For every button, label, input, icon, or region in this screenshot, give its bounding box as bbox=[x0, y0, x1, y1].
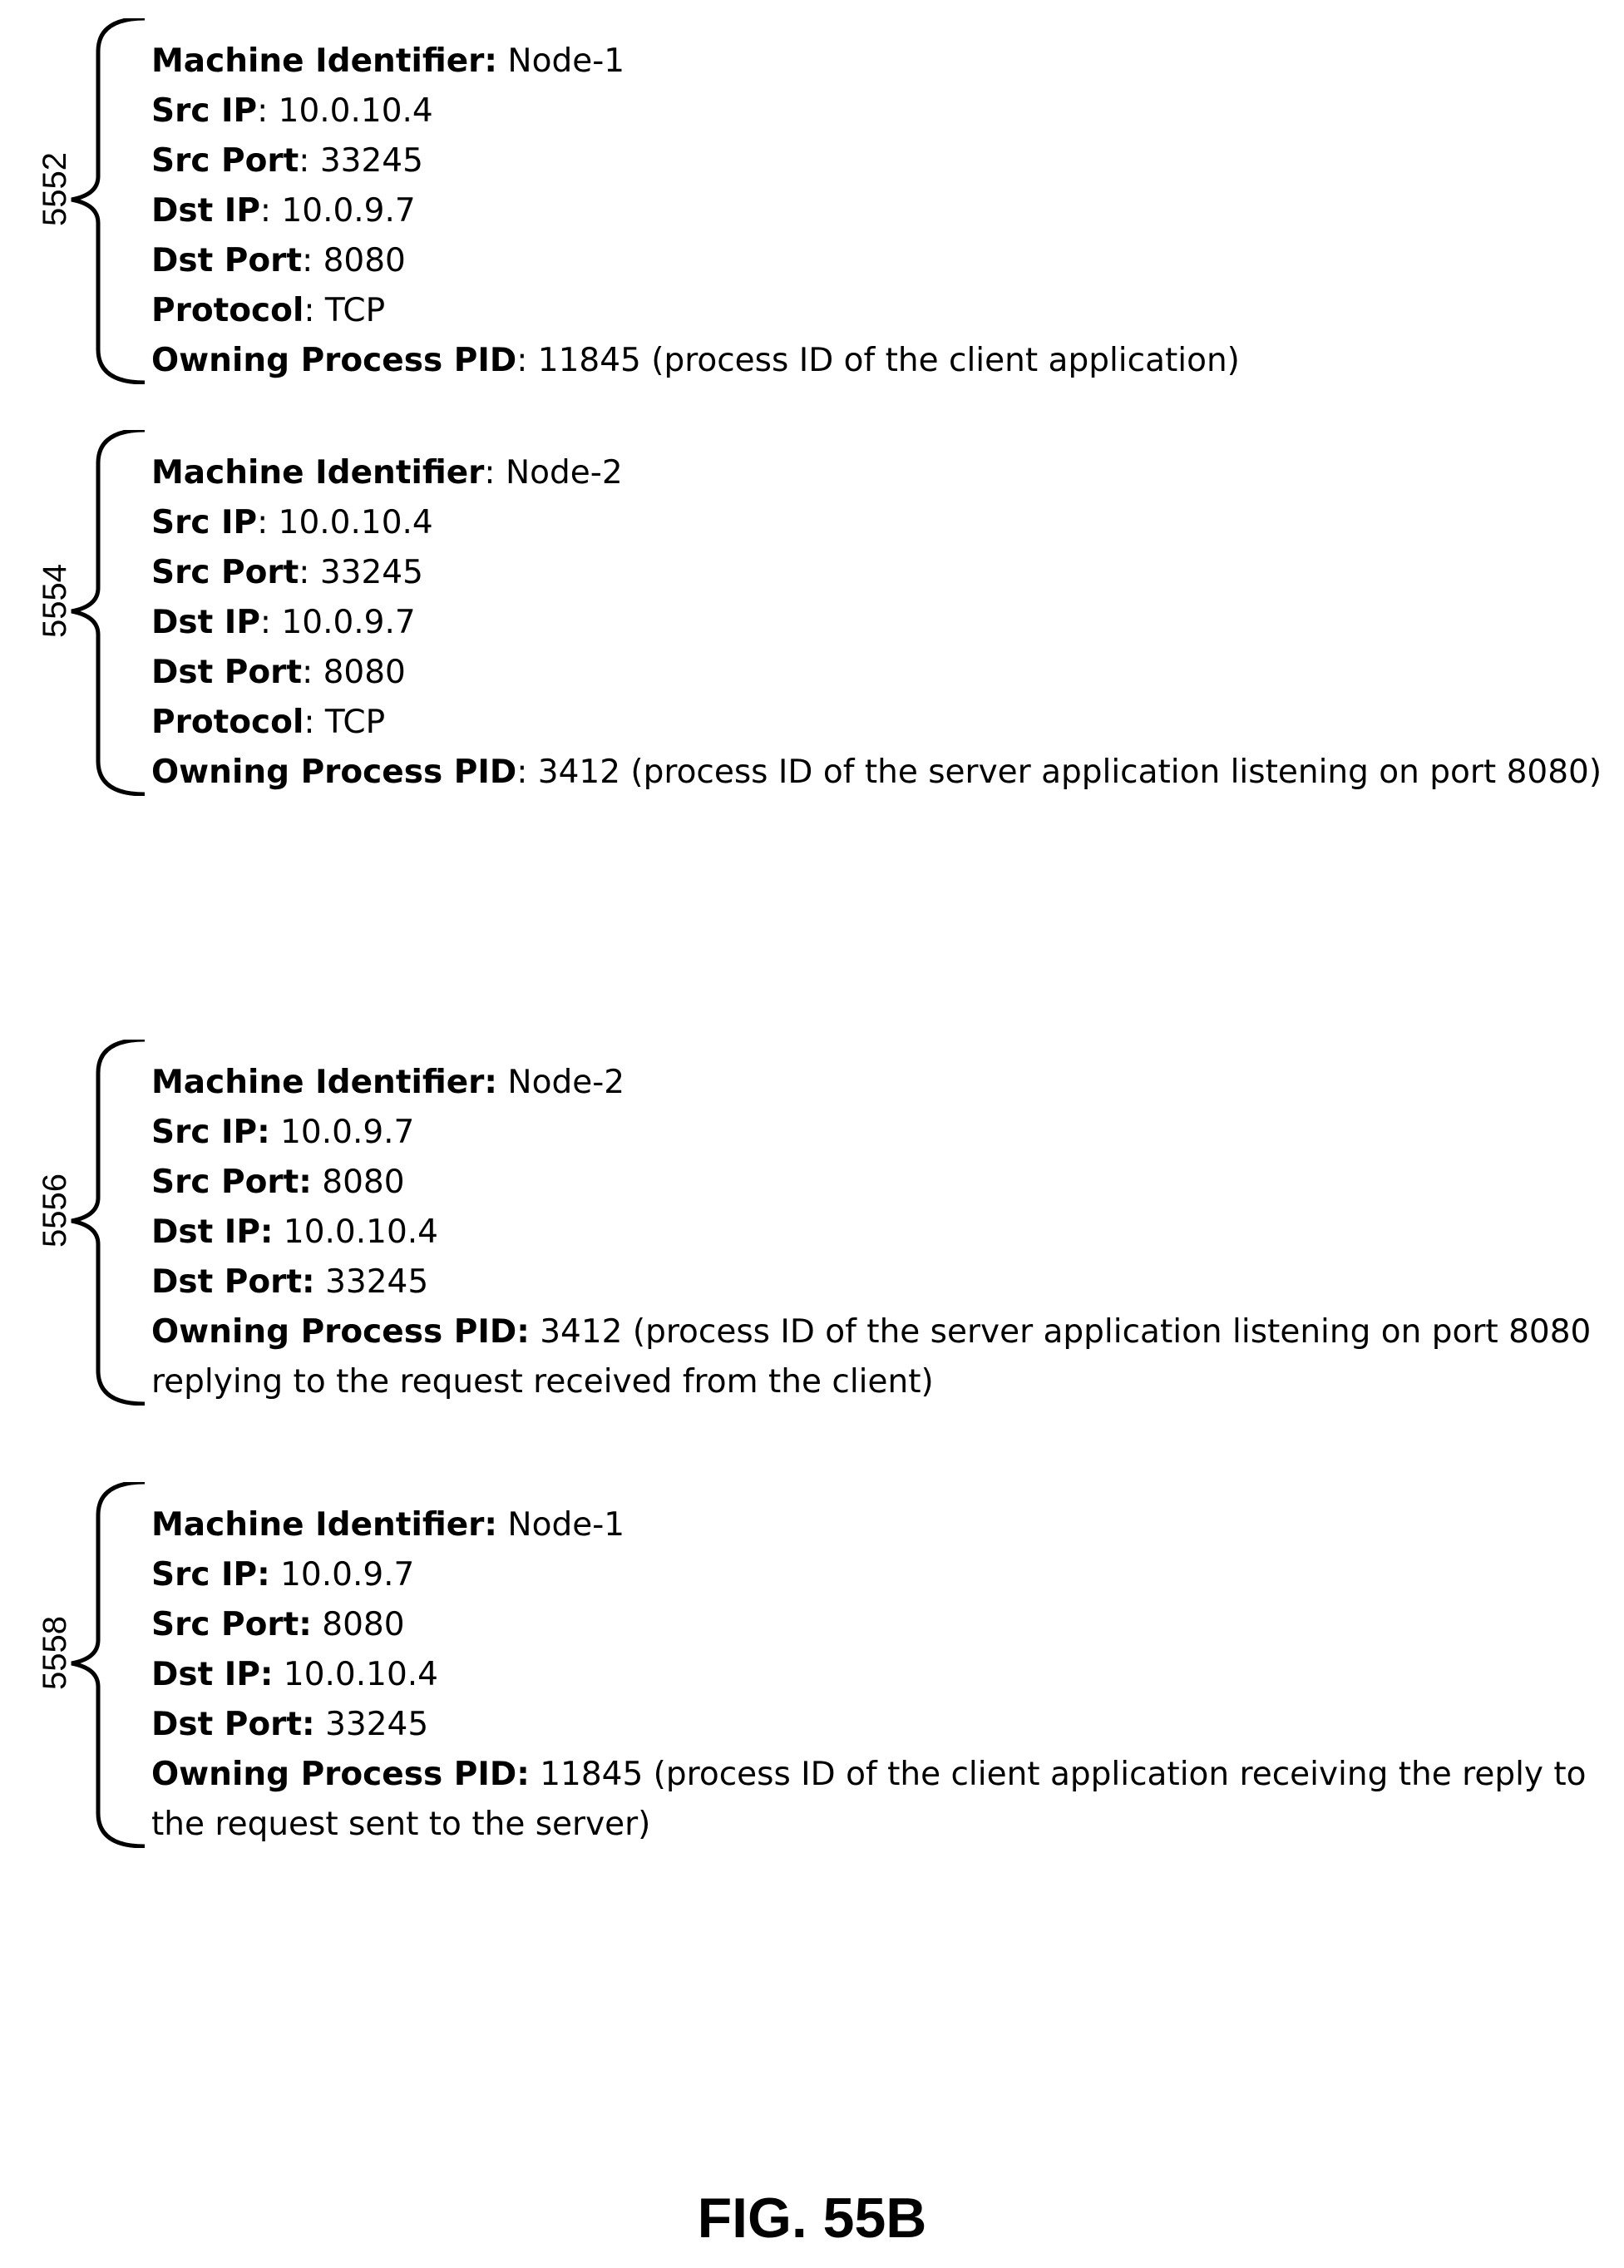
field-list: Machine Identifier: Node-2 Src IP: 10.0.… bbox=[151, 1058, 1591, 1407]
field-src-port: Src Port: 33245 bbox=[151, 548, 1602, 598]
figure-title: FIG. 55B bbox=[0, 2185, 1624, 2251]
field-owning-process-pid: Owning Process PID: 3412 (process ID of … bbox=[151, 1307, 1591, 1357]
field-owning-process-pid: Owning Process PID: 11845 (process ID of… bbox=[151, 336, 1240, 386]
field-src-port: Src Port: 33245 bbox=[151, 136, 1240, 186]
field-owning-process-pid: Owning Process PID: 3412 (process ID of … bbox=[151, 748, 1602, 798]
field-dst-port: Dst Port: 33245 bbox=[151, 1700, 1587, 1750]
field-machine-identifier: Machine Identifier: Node-1 bbox=[151, 1500, 1587, 1550]
field-owning-process-pid-continued: replying to the request received from th… bbox=[151, 1357, 1591, 1407]
field-src-ip: Src IP: 10.0.9.7 bbox=[151, 1108, 1591, 1158]
field-dst-ip: Dst IP: 10.0.9.7 bbox=[151, 598, 1602, 648]
field-machine-identifier: Machine Identifier: Node-1 bbox=[151, 37, 1240, 86]
field-owning-process-pid: Owning Process PID: 11845 (process ID of… bbox=[151, 1750, 1587, 1800]
field-src-ip: Src IP: 10.0.10.4 bbox=[151, 86, 1240, 136]
field-owning-process-pid-continued: the request sent to the server) bbox=[151, 1800, 1587, 1850]
field-machine-identifier: Machine Identifier: Node-2 bbox=[151, 1058, 1591, 1108]
field-list: Machine Identifier: Node-1 Src IP: 10.0.… bbox=[151, 37, 1240, 386]
field-dst-ip: Dst IP: 10.0.10.4 bbox=[151, 1650, 1587, 1700]
field-dst-port: Dst Port: 8080 bbox=[151, 236, 1240, 286]
field-protocol: Protocol: TCP bbox=[151, 286, 1240, 336]
field-dst-port: Dst Port: 33245 bbox=[151, 1258, 1591, 1307]
curly-brace-icon bbox=[63, 1040, 155, 1406]
field-src-ip: Src IP: 10.0.9.7 bbox=[151, 1550, 1587, 1600]
curly-brace-icon bbox=[63, 1482, 155, 1848]
field-dst-port: Dst Port: 8080 bbox=[151, 648, 1602, 698]
flow-record-5554: 5554 Machine Identifier: Node-2 Src IP: … bbox=[0, 430, 1624, 796]
curly-brace-icon bbox=[63, 430, 155, 796]
flow-record-5556: 5556 Machine Identifier: Node-2 Src IP: … bbox=[0, 1040, 1624, 1406]
field-list: Machine Identifier: Node-1 Src IP: 10.0.… bbox=[151, 1500, 1587, 1850]
field-dst-ip: Dst IP: 10.0.9.7 bbox=[151, 186, 1240, 236]
field-src-ip: Src IP: 10.0.10.4 bbox=[151, 498, 1602, 548]
field-machine-identifier: Machine Identifier: Node-2 bbox=[151, 448, 1602, 498]
field-dst-ip: Dst IP: 10.0.10.4 bbox=[151, 1208, 1591, 1258]
field-src-port: Src Port: 8080 bbox=[151, 1158, 1591, 1208]
field-protocol: Protocol: TCP bbox=[151, 698, 1602, 748]
flow-record-5552: 5552 Machine Identifier: Node-1 Src IP: … bbox=[0, 18, 1624, 384]
curly-brace-icon bbox=[63, 18, 155, 384]
field-list: Machine Identifier: Node-2 Src IP: 10.0.… bbox=[151, 448, 1602, 798]
flow-record-5558: 5558 Machine Identifier: Node-1 Src IP: … bbox=[0, 1482, 1624, 1848]
field-src-port: Src Port: 8080 bbox=[151, 1600, 1587, 1650]
